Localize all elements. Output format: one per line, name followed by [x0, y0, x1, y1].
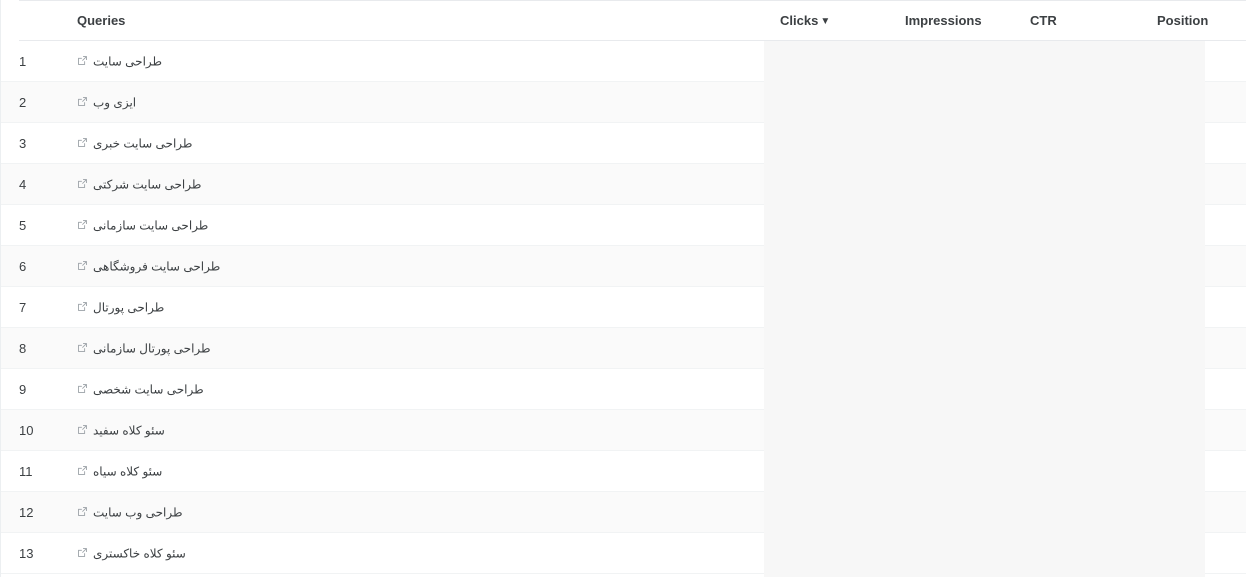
column-header-queries[interactable]: Queries	[77, 1, 125, 41]
external-link-icon[interactable]	[77, 219, 88, 230]
query-text: سئو کلاه خاکستری	[93, 546, 186, 561]
table-row[interactable]: 3 طراحی سایت خبری	[1, 123, 1246, 164]
table-row[interactable]: 2 ایزی وب	[1, 82, 1246, 123]
table-header-row: Queries Clicks ▼ Impressions CTR Position	[19, 0, 1246, 41]
row-index: 5	[19, 218, 27, 233]
column-header-clicks[interactable]: Clicks ▼	[780, 1, 830, 41]
external-link-icon[interactable]	[77, 301, 88, 312]
row-index: 7	[19, 300, 27, 315]
row-index: 4	[19, 177, 27, 192]
table-row[interactable]: 13 سئو کلاه خاکستری	[1, 533, 1246, 574]
external-link-icon[interactable]	[77, 342, 88, 353]
query-text: طراحی پورتال سازمانی	[93, 341, 211, 356]
external-link-icon[interactable]	[77, 96, 88, 107]
table-row[interactable]: 8 طراحی پورتال سازمانی	[1, 328, 1246, 369]
table-row[interactable]: 1 طراحی سایت	[1, 41, 1246, 82]
query-text: طراحی پورتال	[93, 300, 165, 315]
column-header-position[interactable]: Position	[1157, 1, 1208, 41]
external-link-icon[interactable]	[77, 178, 88, 189]
row-index: 9	[19, 382, 27, 397]
query-cell[interactable]: ایزی وب	[77, 82, 136, 123]
table-row[interactable]: 11 سئو کلاه سیاه	[1, 451, 1246, 492]
column-header-impressions[interactable]: Impressions	[905, 1, 982, 41]
external-link-icon[interactable]	[77, 424, 88, 435]
query-cell[interactable]: سئو کلاه سیاه	[77, 451, 162, 492]
query-text: طراحی سایت فروشگاهی	[93, 259, 221, 274]
query-cell[interactable]: طراحی وب سایت	[77, 492, 183, 533]
external-link-icon[interactable]	[77, 260, 88, 271]
table-row[interactable]: 5 طراحی سایت سازمانی	[1, 205, 1246, 246]
query-cell[interactable]: سئو کلاه سفید	[77, 410, 165, 451]
row-index: 12	[19, 505, 34, 520]
query-text: طراحی وب سایت	[93, 505, 183, 520]
column-header-clicks-label: Clicks	[780, 13, 819, 28]
query-text: سئو کلاه سفید	[93, 423, 165, 438]
queries-table: Queries Clicks ▼ Impressions CTR Position…	[0, 0, 1246, 577]
query-text: سئو کلاه سیاه	[93, 464, 163, 479]
query-text: طراحی سایت شخصی	[93, 382, 204, 397]
external-link-icon[interactable]	[77, 465, 88, 476]
table-row[interactable]: 7 طراحی پورتال	[1, 287, 1246, 328]
query-cell[interactable]: طراحی سایت شخصی	[77, 369, 204, 410]
external-link-icon[interactable]	[77, 137, 88, 148]
table-row[interactable]: 12 طراحی وب سایت	[1, 492, 1246, 533]
table-row[interactable]: 10 سئو کلاه سفید	[1, 410, 1246, 451]
query-cell[interactable]: سئو کلاه خاکستری	[77, 533, 186, 574]
row-index: 13	[19, 546, 34, 561]
table-row[interactable]: 9 طراحی سایت شخصی	[1, 369, 1246, 410]
query-cell[interactable]: طراحی سایت	[77, 41, 162, 82]
external-link-icon[interactable]	[77, 506, 88, 517]
table-body: 1 طراحی سایت 2 ایزی وب 3 طراحی سایت خبری 4 طراح…	[1, 41, 1246, 574]
table-row[interactable]: 6 طراحی سایت فروشگاهی	[1, 246, 1246, 287]
query-text: ایزی وب	[93, 95, 137, 110]
row-index: 6	[19, 259, 27, 274]
external-link-icon[interactable]	[77, 383, 88, 394]
column-header-ctr[interactable]: CTR	[1030, 1, 1057, 41]
query-text: طراحی سایت سازمانی	[93, 218, 209, 233]
query-cell[interactable]: طراحی سایت فروشگاهی	[77, 246, 220, 287]
row-index: 1	[19, 54, 27, 69]
query-text: طراحی سایت	[93, 54, 163, 69]
external-link-icon[interactable]	[77, 55, 88, 66]
row-index: 11	[19, 464, 33, 479]
query-cell[interactable]: طراحی پورتال سازمانی	[77, 328, 211, 369]
query-text: طراحی سایت خبری	[93, 136, 193, 151]
query-cell[interactable]: طراحی سایت سازمانی	[77, 205, 208, 246]
row-index: 10	[19, 423, 34, 438]
external-link-icon[interactable]	[77, 547, 88, 558]
query-text: طراحی سایت شرکتی	[93, 177, 202, 192]
query-cell[interactable]: طراحی سایت خبری	[77, 123, 192, 164]
query-cell[interactable]: طراحی سایت شرکتی	[77, 164, 201, 205]
query-cell[interactable]: طراحی پورتال	[77, 287, 164, 328]
row-index: 2	[19, 95, 27, 110]
row-index: 8	[19, 341, 27, 356]
table-row[interactable]: 4 طراحی سایت شرکتی	[1, 164, 1246, 205]
row-index: 3	[19, 136, 27, 151]
sort-descending-icon: ▼	[820, 16, 831, 27]
